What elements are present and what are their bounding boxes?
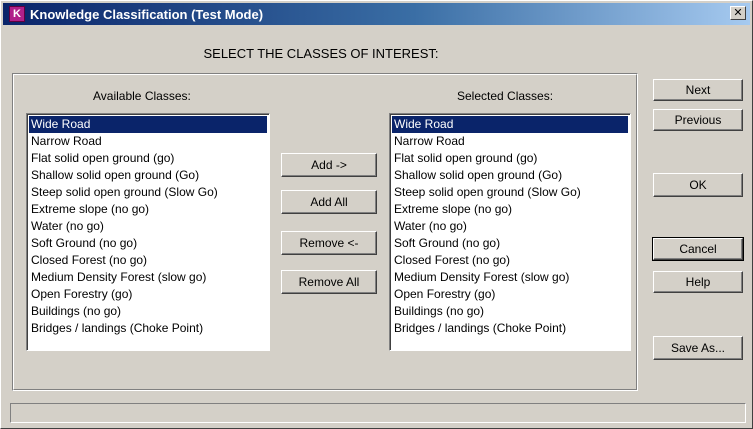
list-item[interactable]: Extreme slope (no go) — [392, 201, 628, 218]
knowledge-classification-dialog: K Knowledge Classification (Test Mode) ✕… — [0, 0, 753, 429]
list-item[interactable]: Flat solid open ground (go) — [392, 150, 628, 167]
list-item[interactable]: Extreme slope (no go) — [29, 201, 267, 218]
cancel-button[interactable]: Cancel — [652, 237, 744, 261]
list-item[interactable]: Medium Density Forest (slow go) — [392, 269, 628, 286]
list-item[interactable]: Shallow solid open ground (Go) — [392, 167, 628, 184]
list-item[interactable]: Bridges / landings (Choke Point) — [392, 320, 628, 337]
instruction-text: SELECT THE CLASSES OF INTEREST: — [203, 46, 439, 61]
list-item[interactable]: Open Forestry (go) — [392, 286, 628, 303]
window-title: Knowledge Classification (Test Mode) — [30, 6, 264, 22]
list-item[interactable]: Flat solid open ground (go) — [29, 150, 267, 167]
remove-all-button[interactable]: Remove All — [281, 270, 377, 294]
status-bar — [10, 403, 746, 423]
available-classes-list[interactable]: Wide Road Narrow Road Flat solid open grou… — [26, 113, 270, 351]
add-button[interactable]: Add -> — [281, 153, 377, 177]
remove-button[interactable]: Remove <- — [281, 231, 377, 255]
list-item[interactable]: Soft Ground (no go) — [392, 235, 628, 252]
close-icon: ✕ — [733, 6, 743, 19]
list-item[interactable]: Bridges / landings (Choke Point) — [29, 320, 267, 337]
list-item[interactable]: Buildings (no go) — [29, 303, 267, 320]
list-item[interactable]: Water (no go) — [29, 218, 267, 235]
list-item[interactable]: Buildings (no go) — [392, 303, 628, 320]
next-button[interactable]: Next — [653, 79, 743, 101]
list-item[interactable]: Open Forestry (go) — [29, 286, 267, 303]
list-item[interactable]: Wide Road — [392, 116, 628, 133]
close-button[interactable]: ✕ — [730, 6, 746, 20]
selected-classes-list[interactable]: Wide Road Narrow Road Flat solid open grou… — [389, 113, 631, 351]
list-item[interactable]: Shallow solid open ground (Go) — [29, 167, 267, 184]
available-classes-caption: Available Classes: — [93, 89, 191, 103]
save-as-button[interactable]: Save As... — [653, 336, 743, 360]
add-all-button[interactable]: Add All — [281, 190, 377, 214]
list-item[interactable]: Water (no go) — [392, 218, 628, 235]
app-icon: K — [9, 6, 25, 22]
list-item[interactable]: Closed Forest (no go) — [29, 252, 267, 269]
list-item[interactable]: Medium Density Forest (slow go) — [29, 269, 267, 286]
list-item[interactable]: Soft Ground (no go) — [29, 235, 267, 252]
selected-classes-caption: Selected Classes: — [457, 89, 554, 103]
list-item[interactable]: Narrow Road — [392, 133, 628, 150]
title-bar[interactable]: K Knowledge Classification (Test Mode) ✕ — [3, 3, 750, 25]
ok-button[interactable]: OK — [653, 173, 743, 197]
list-item[interactable]: Steep solid open ground (Slow Go) — [29, 184, 267, 201]
previous-button[interactable]: Previous — [653, 109, 743, 131]
list-item[interactable]: Narrow Road — [29, 133, 267, 150]
help-button[interactable]: Help — [653, 271, 743, 293]
list-item[interactable]: Closed Forest (no go) — [392, 252, 628, 269]
list-item[interactable]: Steep solid open ground (Slow Go) — [392, 184, 628, 201]
list-item[interactable]: Wide Road — [29, 116, 267, 133]
